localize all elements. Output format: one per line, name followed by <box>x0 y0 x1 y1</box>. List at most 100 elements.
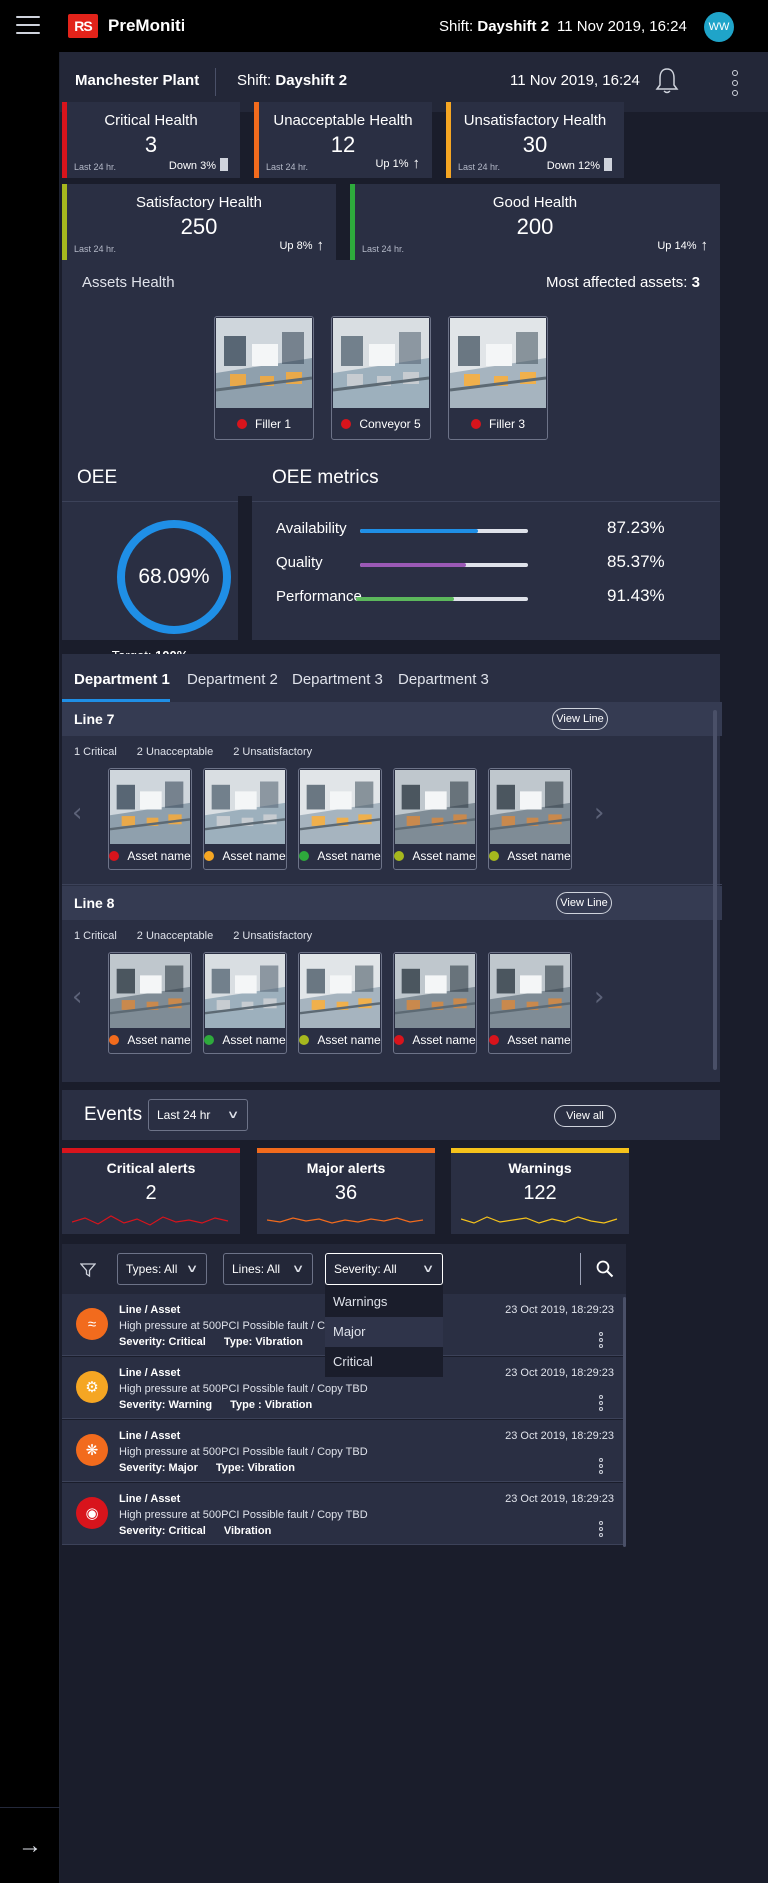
event-severity: Severity: Major <box>119 1462 198 1474</box>
chevron-right-icon[interactable]: › <box>594 798 604 828</box>
trend-down-icon <box>604 158 612 171</box>
line-counts: 1 Critical 2 Unacceptable 2 Unsatisfactory <box>74 746 332 758</box>
alert-card[interactable]: Critical alerts 2 <box>62 1148 240 1234</box>
health-card-trend: Down 3% <box>169 158 228 172</box>
severity-option[interactable]: Critical <box>325 1347 443 1377</box>
scrollbar[interactable] <box>713 710 717 1070</box>
line-asset-tile[interactable]: Asset name <box>393 768 477 870</box>
metric-bar <box>356 597 528 601</box>
view-all-button[interactable]: View all <box>554 1105 616 1127</box>
asset-name: Asset name <box>222 849 286 863</box>
avatar[interactable]: WW <box>704 12 734 42</box>
alert-card[interactable]: Major alerts 36 <box>257 1148 435 1234</box>
events-title: Events <box>84 1104 143 1125</box>
chevron-left-icon[interactable]: ‹ <box>72 982 82 1012</box>
tab-department-3[interactable]: Department 3 <box>292 671 383 688</box>
more-options-icon[interactable] <box>598 1332 604 1348</box>
health-card-trend: Up 8% ↑ <box>279 237 324 254</box>
event-row[interactable]: ❋ Line / Asset High pressure at 500PCI Pos… <box>62 1420 626 1482</box>
asset-tile[interactable]: Filler 1 <box>214 316 314 440</box>
asset-caption: Asset name <box>394 1027 476 1053</box>
scrollbar[interactable] <box>623 1297 626 1547</box>
severity-option[interactable]: Warnings <box>325 1287 443 1317</box>
event-title: Line / Asset <box>119 1493 181 1505</box>
filter-icon[interactable] <box>80 1262 96 1278</box>
asset-image <box>332 318 430 408</box>
line-asset-tile[interactable]: Asset name <box>488 952 572 1054</box>
shift-value: Dayshift 2 <box>477 18 550 35</box>
view-line-button[interactable]: View Line <box>556 892 612 914</box>
severity-option[interactable]: Major <box>325 1317 443 1347</box>
status-dot <box>394 851 405 861</box>
search-icon[interactable] <box>596 1260 614 1278</box>
line-asset-tile[interactable]: Asset name <box>298 768 382 870</box>
line-asset-tile[interactable]: Asset name <box>108 768 192 870</box>
line-asset-tile[interactable]: Asset name <box>108 952 192 1054</box>
health-card[interactable]: Satisfactory Health 250 Last 24 hr. Up 8% ↑ <box>62 184 336 260</box>
chevron-left-icon[interactable]: ‹ <box>72 798 82 828</box>
health-card-trend: Up 14% ↑ <box>657 237 708 254</box>
status-dot <box>470 419 481 429</box>
top-bar: RS PreMonitio Shift: Dayshift 2 11 Nov 2… <box>0 0 768 52</box>
asset-tile[interactable]: Conveyor 5 <box>331 316 431 440</box>
health-card[interactable]: Good Health 200 Last 24 hr. Up 14% ↑ <box>350 184 720 260</box>
status-dot <box>299 851 310 861</box>
severity-filter[interactable]: Severity: All ∨ <box>325 1253 443 1285</box>
asset-image <box>299 954 381 1028</box>
health-card-period: Last 24 hr. <box>74 162 117 172</box>
affected-count: 3 <box>691 274 700 291</box>
sparkline <box>267 1217 424 1224</box>
left-rail <box>0 52 60 1883</box>
health-card[interactable]: Unacceptable Health 12 Last 24 hr. Up 1% ↑ <box>254 102 432 178</box>
event-row[interactable]: ◉ Line / Asset High pressure at 500PCI Pos… <box>62 1483 626 1545</box>
metric-bar-fill <box>356 597 455 601</box>
tab-department-2[interactable]: Department 2 <box>187 671 278 688</box>
bell-icon[interactable] <box>655 66 679 96</box>
chevron-right-icon[interactable]: › <box>594 982 604 1012</box>
chevron-down-icon: ∨ <box>421 1263 435 1275</box>
asset-caption: Filler 3 <box>449 409 547 439</box>
event-type: Type : Vibration <box>230 1399 313 1411</box>
asset-caption: Asset name <box>489 843 571 869</box>
events-period-select[interactable]: Last 24 hr ∨ <box>148 1099 248 1131</box>
line-asset-tile[interactable]: Asset name <box>203 952 287 1054</box>
asset-name: Filler 3 <box>488 417 525 431</box>
view-line-button[interactable]: View Line <box>552 708 608 730</box>
asset-image <box>299 770 381 844</box>
expand-arrow-icon[interactable]: → <box>0 1807 60 1883</box>
line-asset-tile[interactable]: Asset name <box>298 952 382 1054</box>
line-asset-tile[interactable]: Asset name <box>393 952 477 1054</box>
alert-count: 122 <box>523 1182 557 1204</box>
alert-card[interactable]: Warnings 122 <box>451 1148 629 1234</box>
asset-name: Asset name <box>412 849 476 863</box>
oee-metrics-panel: OEE metrics Availability 87.23% Quality 85.… <box>252 455 720 640</box>
line-asset-tile[interactable]: Asset name <box>488 768 572 870</box>
health-card[interactable]: Unsatisfactory Health 30 Last 24 hr. Down 1… <box>446 102 624 178</box>
more-options-icon[interactable] <box>730 70 740 96</box>
more-options-icon[interactable] <box>598 1521 604 1537</box>
trend-text: Up 8% <box>279 240 313 252</box>
assets-health-title: Assets Health <box>82 274 175 291</box>
tab-department-4[interactable]: Department 3 <box>398 671 489 688</box>
alert-count: 36 <box>334 1182 358 1204</box>
event-type: Type: Vibration <box>223 1336 303 1348</box>
metric-bar <box>360 563 528 567</box>
count-badge: 2 Unsatisfactory <box>233 746 313 758</box>
divider <box>252 501 720 502</box>
asset-tile[interactable]: Filler 3 <box>448 316 548 440</box>
health-card[interactable]: Critical Health 3 Last 24 hr. Down 3% <box>62 102 240 178</box>
lines-filter[interactable]: Lines: All ∨ <box>223 1253 313 1285</box>
health-card-title: Satisfactory Health <box>136 194 262 211</box>
more-options-icon[interactable] <box>598 1395 604 1411</box>
asset-image <box>489 770 571 844</box>
asset-image <box>204 770 286 844</box>
vibration-icon: ≈ <box>76 1308 108 1340</box>
menu-icon[interactable] <box>16 16 40 34</box>
health-card-title: Good Health <box>492 194 578 211</box>
plant-name[interactable]: Manchester Plant <box>75 72 199 89</box>
shift-label: Shift: <box>237 72 272 89</box>
line-asset-tile[interactable]: Asset name <box>203 768 287 870</box>
more-options-icon[interactable] <box>598 1458 604 1474</box>
tab-department-1[interactable]: Department 1 <box>74 671 170 688</box>
types-filter[interactable]: Types: All ∨ <box>117 1253 207 1285</box>
